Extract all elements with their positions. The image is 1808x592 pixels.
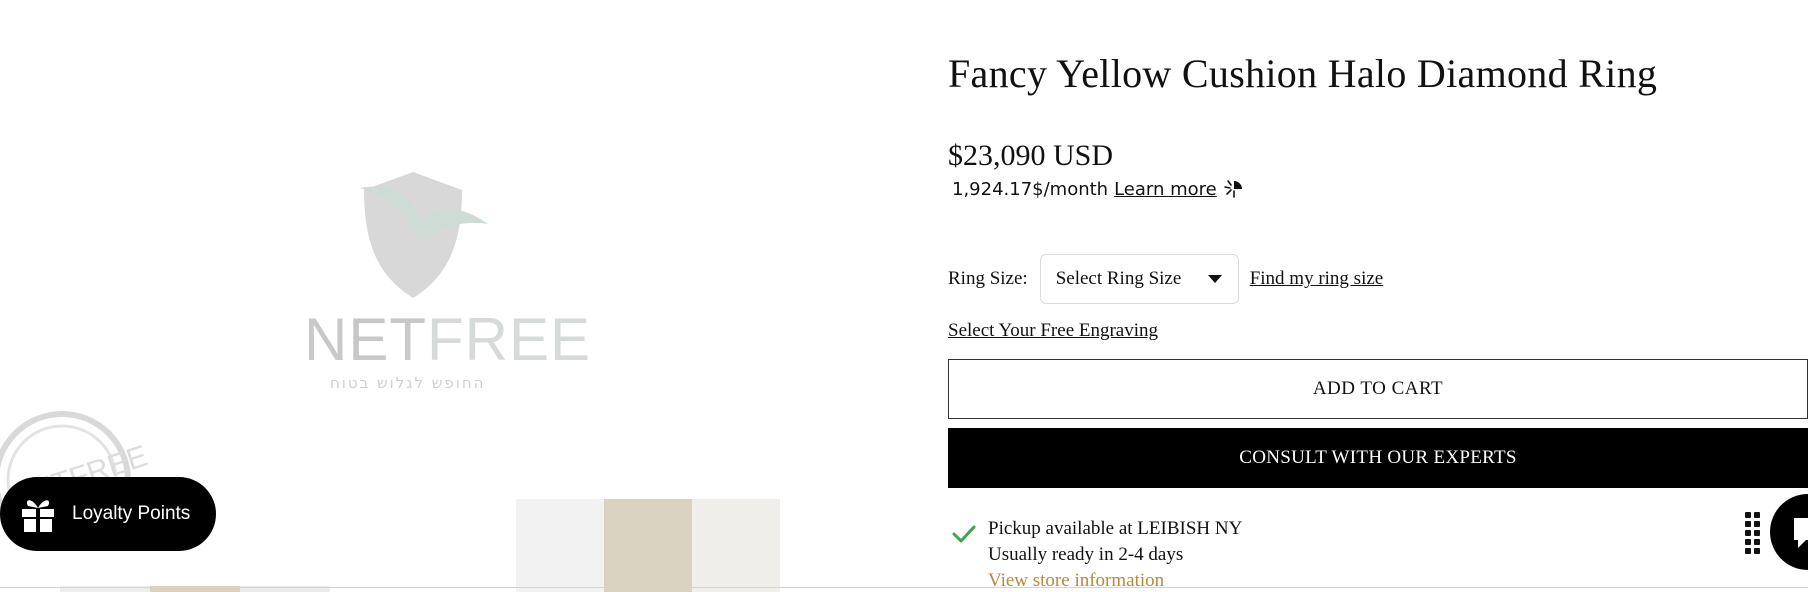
loyalty-points-label: Loyalty Points	[72, 503, 191, 524]
chevron-down-icon	[1207, 275, 1222, 283]
view-store-info-link[interactable]: View store information	[988, 570, 1164, 592]
installment-amount: 1,924.17$/month	[952, 178, 1109, 200]
drag-handle-icon[interactable]	[1745, 512, 1761, 554]
chat-button[interactable]	[1770, 494, 1808, 570]
consult-experts-button[interactable]: CONSULT WITH OUR EXPERTS	[948, 428, 1808, 488]
netfree-tagline: החופש לגלוש בטוח	[330, 374, 486, 392]
product-title: Fancy Yellow Cushion Halo Diamond Ring	[948, 51, 1658, 96]
thumbnail-strip	[516, 499, 780, 592]
loyalty-points-button[interactable]: Loyalty Points	[0, 477, 216, 551]
netfree-placeholder-logo: NETFREE החופש לגלוש בטוח	[290, 160, 590, 400]
divider	[0, 587, 1808, 588]
pickup-ready-text: Usually ready in 2-4 days	[988, 544, 1184, 565]
ring-size-selected-value: Select Ring Size	[1055, 268, 1182, 289]
product-price: $23,090 USD	[948, 139, 1114, 172]
find-ring-size-link[interactable]: Find my ring size	[1250, 268, 1384, 290]
installment-info: 1,924.17$/month Learn more	[952, 178, 1245, 200]
free-engraving-link[interactable]: Select Your Free Engraving	[948, 320, 1158, 342]
netfree-wordmark: NETFREE	[304, 306, 592, 373]
add-to-cart-button[interactable]: ADD TO CART	[948, 359, 1808, 419]
checkmark-icon	[952, 525, 976, 543]
thumbnail[interactable]	[516, 499, 604, 592]
pickup-location-text: Pickup available at LEIBISH NY	[988, 518, 1243, 539]
chat-icon	[1794, 518, 1808, 548]
learn-more-link[interactable]: Learn more	[1114, 179, 1217, 200]
ring-size-label: Ring Size:	[948, 268, 1028, 289]
gift-icon	[22, 500, 54, 532]
loading-spinner-icon	[1223, 180, 1242, 198]
ring-size-select[interactable]: Select Ring Size	[1039, 254, 1239, 304]
thumbnail[interactable]	[692, 499, 780, 592]
netfree-shield-icon	[360, 172, 488, 298]
thumbnail[interactable]	[604, 499, 692, 592]
ring-size-row: Ring Size: Select Ring Size Find my ring…	[948, 254, 1383, 304]
